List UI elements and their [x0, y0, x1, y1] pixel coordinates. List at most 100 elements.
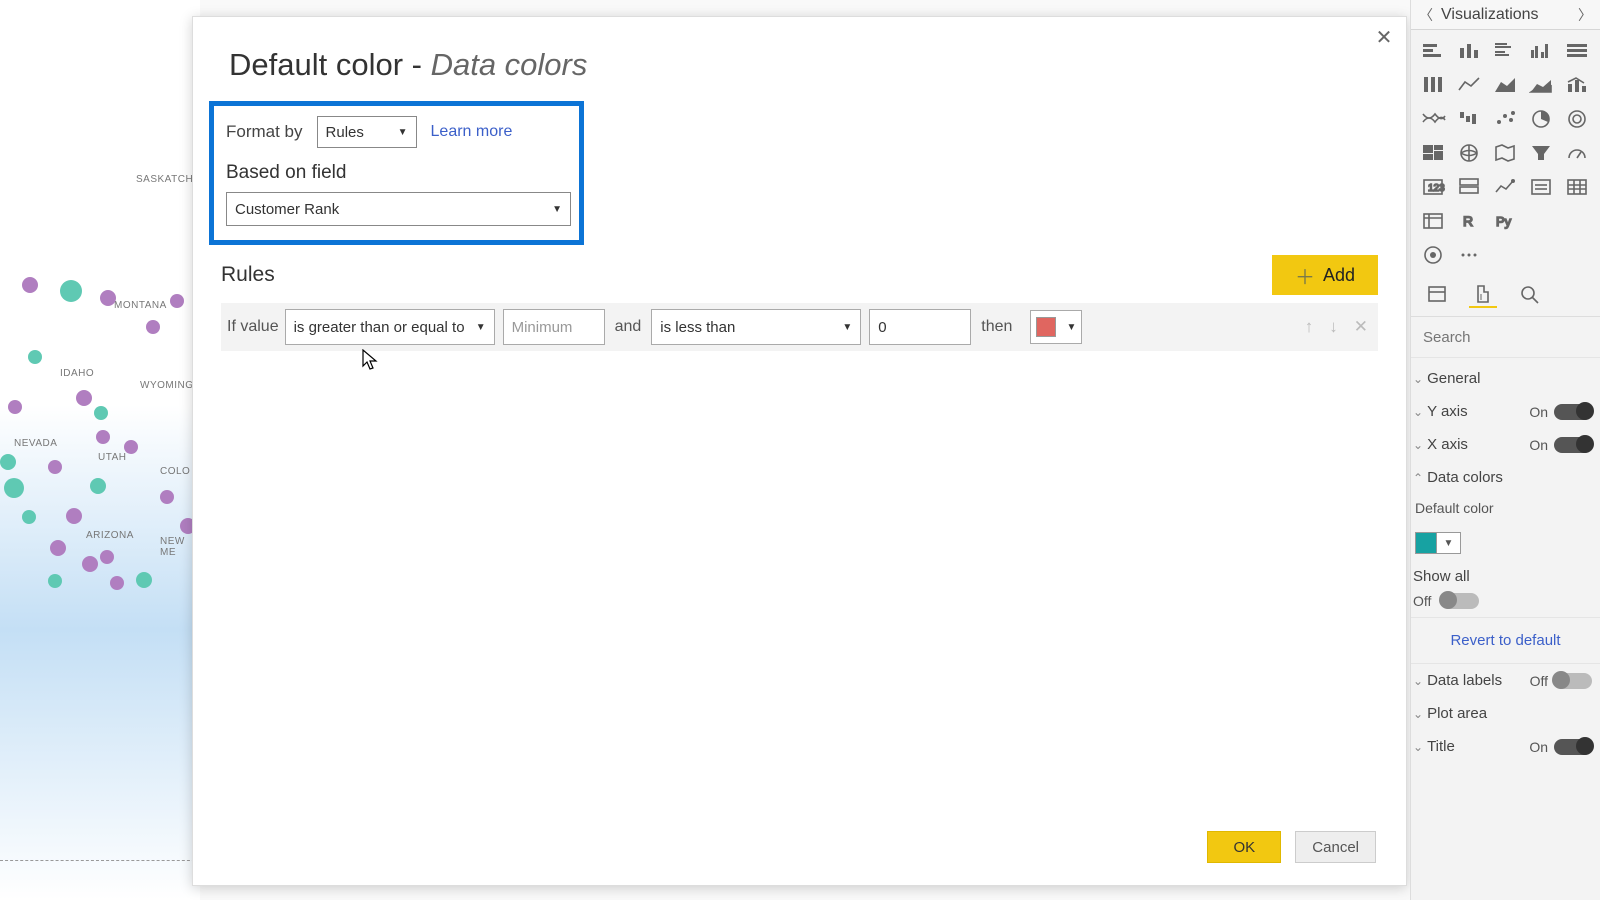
- map-label: COLO: [160, 466, 190, 477]
- waterfall-chart-icon[interactable]: [1455, 106, 1485, 132]
- funnel-icon[interactable]: [1527, 140, 1557, 166]
- show-all-toggle[interactable]: [1441, 593, 1479, 609]
- filled-map-icon[interactable]: [1491, 140, 1521, 166]
- map-label: IDAHO: [60, 368, 94, 379]
- map-label: NEVADA: [14, 438, 57, 449]
- title-toggle[interactable]: [1554, 739, 1592, 755]
- line-chart-icon[interactable]: [1455, 72, 1485, 98]
- rule-if-value-label: If value: [227, 318, 279, 336]
- python-visual-icon[interactable]: Py: [1491, 208, 1521, 234]
- format-item-data-colors[interactable]: ⌃Data colors: [1411, 461, 1600, 494]
- default-color-swatch: [1415, 532, 1437, 554]
- r-visual-icon[interactable]: R: [1455, 208, 1485, 234]
- stacked-area-chart-icon[interactable]: [1527, 72, 1557, 98]
- format-tab-icon[interactable]: [1469, 280, 1497, 308]
- format-item-general[interactable]: ⌄General: [1411, 362, 1600, 395]
- map-dot: [48, 574, 62, 588]
- clustered-column-chart-icon[interactable]: [1527, 38, 1557, 64]
- svg-text:123: 123: [1428, 183, 1445, 194]
- y-axis-toggle[interactable]: [1554, 404, 1592, 420]
- rule-value-2-input[interactable]: [869, 309, 971, 345]
- hundred-percent-bar-icon[interactable]: [1563, 38, 1593, 64]
- panel-collapse-left-icon[interactable]: 〈: [1417, 6, 1435, 24]
- map-dot: [22, 510, 36, 524]
- learn-more-link[interactable]: Learn more: [431, 123, 513, 141]
- hundred-percent-column-icon[interactable]: [1419, 72, 1449, 98]
- format-by-section-highlight: Format by Rules ▼ Learn more Based on fi…: [209, 101, 584, 245]
- format-item-title[interactable]: ⌄Title On: [1411, 730, 1600, 763]
- based-on-field-label: Based on field: [226, 162, 567, 184]
- format-item-plot-area[interactable]: ⌄Plot area: [1411, 697, 1600, 730]
- ok-button[interactable]: OK: [1207, 831, 1281, 863]
- delete-rule-icon[interactable]: ✕: [1354, 317, 1368, 337]
- map-dot: [110, 576, 124, 590]
- format-item-data-labels[interactable]: ⌄Data labels Off: [1411, 664, 1600, 697]
- area-chart-icon[interactable]: [1491, 72, 1521, 98]
- default-color-picker[interactable]: ▼: [1415, 532, 1592, 554]
- clustered-bar-chart-icon[interactable]: [1491, 38, 1521, 64]
- cancel-button[interactable]: Cancel: [1295, 831, 1376, 863]
- add-rule-button[interactable]: ＋ Add: [1272, 255, 1378, 295]
- treemap-icon[interactable]: [1419, 140, 1449, 166]
- panel-collapse-right-icon[interactable]: 〉: [1576, 6, 1594, 24]
- x-axis-toggle[interactable]: [1554, 437, 1592, 453]
- svg-text:Py: Py: [1496, 214, 1512, 229]
- line-column-chart-icon[interactable]: [1563, 72, 1593, 98]
- map-dot: [48, 460, 62, 474]
- rule-value-1-input[interactable]: [503, 309, 605, 345]
- donut-chart-icon[interactable]: [1563, 106, 1593, 132]
- revert-to-default-link[interactable]: Revert to default: [1411, 617, 1600, 664]
- based-on-field-select[interactable]: Customer Rank ▼: [226, 192, 571, 226]
- fields-tab-icon[interactable]: [1423, 280, 1451, 308]
- ribbon-chart-icon[interactable]: [1419, 106, 1449, 132]
- rule-then-label: then: [981, 318, 1012, 336]
- map-dot: [28, 350, 42, 364]
- move-rule-up-icon[interactable]: ↑: [1305, 317, 1314, 337]
- pie-chart-icon[interactable]: [1527, 106, 1557, 132]
- table-icon[interactable]: [1563, 174, 1593, 200]
- chevron-down-icon: ⌄: [1413, 372, 1423, 386]
- rule-operator-2-select[interactable]: is less than ▼: [651, 309, 861, 345]
- rule-color-picker[interactable]: ▼: [1030, 310, 1082, 344]
- move-rule-down-icon[interactable]: ↓: [1329, 317, 1338, 337]
- rule-operator-1-select[interactable]: is greater than or equal to ▼: [285, 309, 495, 345]
- chevron-down-icon: ⌄: [1413, 405, 1423, 419]
- more-visuals-icon[interactable]: [1455, 242, 1485, 268]
- map-dot: [94, 406, 108, 420]
- visualizations-title: Visualizations: [1435, 6, 1576, 24]
- stacked-column-chart-icon[interactable]: [1455, 38, 1485, 64]
- format-item-show-all: Show all: [1411, 568, 1600, 593]
- map-dot: [60, 280, 82, 302]
- format-search-input[interactable]: [1419, 323, 1592, 351]
- map-dot: [146, 320, 160, 334]
- kpi-icon[interactable]: [1491, 174, 1521, 200]
- data-labels-toggle[interactable]: [1554, 673, 1592, 689]
- rule-row: If value is greater than or equal to ▼ a…: [221, 303, 1378, 351]
- chevron-down-icon: ⌄: [1413, 740, 1423, 754]
- slicer-icon[interactable]: [1527, 174, 1557, 200]
- arcgis-map-icon[interactable]: [1419, 242, 1449, 268]
- multi-row-card-icon[interactable]: [1455, 174, 1485, 200]
- format-item-x-axis[interactable]: ⌄X axis On: [1411, 428, 1600, 461]
- panel-tabs: [1411, 276, 1600, 317]
- close-icon[interactable]: ✕: [1370, 23, 1398, 51]
- plus-icon: ＋: [1295, 261, 1315, 290]
- map-dot: [22, 277, 38, 293]
- rule-operator-1-value: is greater than or equal to: [294, 319, 465, 336]
- format-by-select[interactable]: Rules ▼: [317, 116, 417, 148]
- scatter-chart-icon[interactable]: [1491, 106, 1521, 132]
- analytics-tab-icon[interactable]: [1515, 280, 1543, 308]
- map-dot: [136, 572, 152, 588]
- format-by-label: Format by: [226, 122, 303, 142]
- based-on-field-value: Customer Rank: [235, 201, 339, 218]
- format-item-y-axis[interactable]: ⌄Y axis On: [1411, 395, 1600, 428]
- map-label: MONTANA: [114, 300, 167, 311]
- gauge-icon[interactable]: [1563, 140, 1593, 166]
- card-icon[interactable]: 123: [1419, 174, 1449, 200]
- map-dot: [66, 508, 82, 524]
- stacked-bar-chart-icon[interactable]: [1419, 38, 1449, 64]
- chevron-down-icon: ⌄: [1413, 707, 1423, 721]
- map-icon[interactable]: [1455, 140, 1485, 166]
- matrix-icon[interactable]: [1419, 208, 1449, 234]
- chevron-down-icon: ▼: [842, 322, 852, 333]
